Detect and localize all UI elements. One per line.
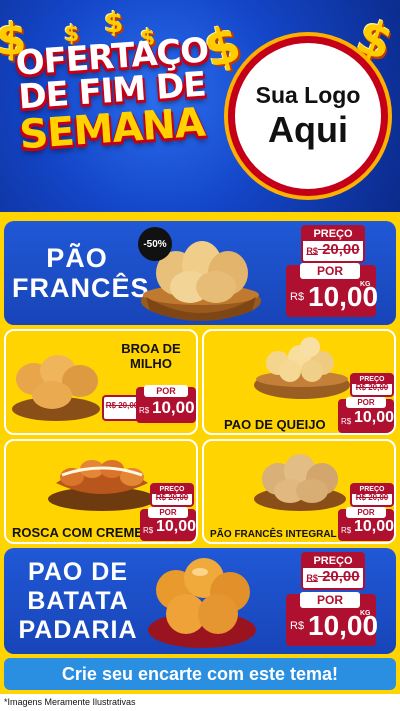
product-name: ROSCA COM CREME xyxy=(12,525,143,540)
new-price-box: POR R$ 10,00 xyxy=(338,507,395,541)
new-price-box: POR R$ 10,00 KG xyxy=(286,592,378,646)
new-price-box: POR R$ 10,00 xyxy=(338,397,395,433)
new-price-value: 10,00 xyxy=(156,518,197,535)
old-price-box: PREÇO R$ 20,00 xyxy=(350,373,394,397)
dollar-coin-icon: $ xyxy=(104,6,124,39)
product-card-broa-de-milho: BROA DE MILHO R$ 20,00 POR R$ 10,00 xyxy=(4,329,198,435)
product-card-pao-de-batata: PAO DE BATATA PADARIA PREÇO R$ 20,00 POR… xyxy=(4,548,396,654)
old-price-value: R$ 20,00 xyxy=(303,239,363,261)
product-name-line-1: BROA DE xyxy=(121,341,181,356)
logo-text-line-1: Sua Logo xyxy=(255,81,361,108)
old-price-value: R$ 20,00 xyxy=(355,493,389,502)
product-name-line-1: PAO DE xyxy=(28,558,128,586)
price-unit: KG xyxy=(360,610,371,617)
new-price-box: POR R$ 10,00 KG xyxy=(286,263,378,317)
old-price-box: PREÇO R$ 20,00 xyxy=(350,483,394,507)
new-price-label: POR xyxy=(300,592,360,608)
currency-symbol: R$ xyxy=(341,526,352,535)
product-name-line-3: PADARIA xyxy=(18,616,138,644)
product-name: PAO DE BATATA PADARIA xyxy=(8,558,148,645)
new-price-label: POR xyxy=(346,507,386,518)
old-price-currency: R$ xyxy=(306,573,318,583)
product-card-pao-frances: PÃO FRANCÊS -50% PREÇO R$ 20,00 POR R$ 1… xyxy=(4,221,396,325)
new-price-label: POR xyxy=(148,507,188,518)
currency-symbol: R$ xyxy=(341,417,352,426)
old-price-value: R$ 20,00 xyxy=(105,401,139,410)
new-price-label: POR xyxy=(144,385,188,397)
old-price-box: PREÇO R$ 20,00 xyxy=(301,552,365,590)
old-price-value: R$ 20,00 xyxy=(155,493,189,502)
bread-basket-image xyxy=(254,454,346,511)
cta-banner[interactable]: Crie seu encarte com este tema! xyxy=(4,658,396,690)
new-price-value: 10,00 xyxy=(354,409,395,426)
product-name-line-2: BATATA xyxy=(27,587,129,615)
currency-symbol: R$ xyxy=(143,526,154,535)
new-price-label: POR xyxy=(300,263,360,279)
promo-title: OFERTAÇO DE FIM DE SEMANA xyxy=(12,30,212,158)
product-name: PÃO FRANCÊS xyxy=(12,243,150,303)
product-name-line-1: PÃO xyxy=(46,243,108,273)
currency-symbol: R$ xyxy=(290,620,305,632)
new-price-value: 10,00 xyxy=(152,398,195,417)
old-price-amount: 20,00 xyxy=(322,241,360,258)
old-price-currency: R$ xyxy=(306,246,318,256)
new-price-box: POR R$ 10,00 xyxy=(136,385,196,423)
bread-basket-image xyxy=(12,355,100,421)
bread-basket-image xyxy=(48,460,156,511)
product-card-pao-frances-integral: PREÇO R$ 20,00 PÃO FRANCÊS INTEGRAL POR … xyxy=(202,439,396,544)
old-price-value: R$ 20,00 xyxy=(303,566,363,588)
currency-symbol: R$ xyxy=(290,291,305,303)
product-name: PÃO FRANCÊS INTEGRAL xyxy=(210,529,337,540)
product-name: BROA DE MILHO xyxy=(118,341,184,371)
product-name-line-2: FRANCÊS xyxy=(12,273,150,303)
currency-symbol: R$ xyxy=(139,406,150,415)
price-unit: KG xyxy=(360,281,371,288)
new-price-label: POR xyxy=(346,397,386,408)
new-price-value: 10,00 xyxy=(354,518,395,535)
old-price-box: PREÇO R$ 20,00 xyxy=(301,225,365,263)
logo-placeholder: Sua Logo Aqui xyxy=(228,36,388,196)
product-name: PAO DE QUEIJO xyxy=(224,417,326,432)
product-card-rosca-com-creme: PREÇO R$ 20,00 ROSCA COM CREME POR R$ 10… xyxy=(4,439,198,544)
logo-text-line-2: Aqui xyxy=(268,108,348,150)
discount-badge: -50% xyxy=(138,227,172,261)
old-price-amount: 20,00 xyxy=(322,568,360,585)
disclaimer-footer: *Imagens Meramente Ilustrativas xyxy=(0,694,400,711)
header-banner: $ $ $ $ $ $ OFERTAÇO DE FIM DE SEMANA Su… xyxy=(0,0,400,212)
product-name-line-2: MILHO xyxy=(130,356,172,371)
old-price-value: R$ 20,00 xyxy=(355,383,389,392)
bread-basket-image xyxy=(254,337,350,399)
old-price-box: PREÇO R$ 20,00 xyxy=(150,483,194,507)
new-price-box: POR R$ 10,00 xyxy=(140,507,197,541)
product-card-pao-de-queijo: PREÇO R$ 20,00 PAO DE QUEIJO POR R$ 10,0… xyxy=(202,329,396,435)
bread-bowl-image xyxy=(148,558,256,648)
